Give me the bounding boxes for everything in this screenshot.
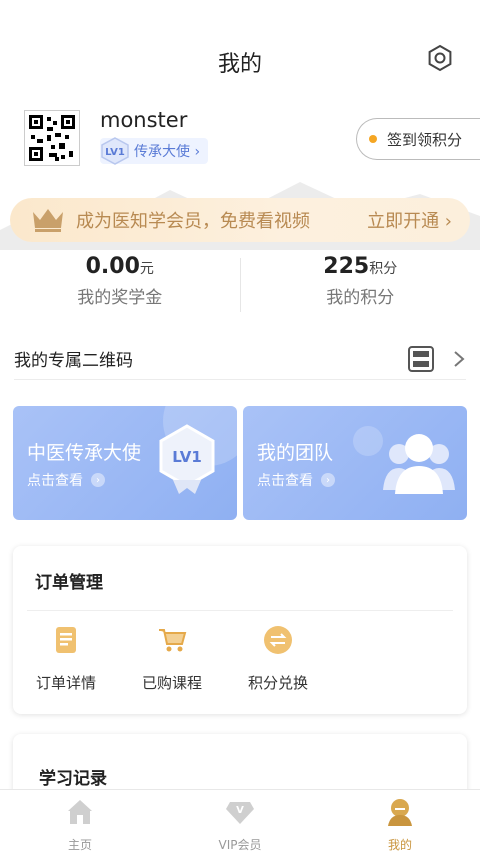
qr-avatar-icon bbox=[29, 115, 75, 161]
order-item-exchange[interactable]: 积分兑换 bbox=[225, 624, 331, 693]
svg-text:V: V bbox=[236, 805, 244, 816]
order-item-detail[interactable]: 订单详情 bbox=[13, 624, 119, 693]
lv1-badge-icon: LV1 bbox=[159, 424, 215, 494]
qr-code-label: 我的专属二维码 bbox=[14, 351, 133, 371]
chevron-right-icon bbox=[454, 350, 465, 367]
bottom-tab-bar: 主页 V VIP会员 我的 bbox=[0, 789, 480, 853]
qr-code-icon bbox=[408, 345, 434, 372]
checkin-dot-icon bbox=[369, 135, 377, 143]
vip-icon: V bbox=[226, 802, 254, 824]
checkin-button[interactable]: 签到领积分 bbox=[356, 118, 480, 160]
scholarship-stat[interactable]: 0.00元 我的奖学金 bbox=[0, 254, 240, 316]
feature-cards: 中医传承大使 点击查看 › LV1 我的团队 点击查看 › bbox=[13, 406, 467, 520]
username: monster bbox=[100, 108, 188, 132]
vip-open-button[interactable]: 立即开通 › bbox=[367, 207, 452, 233]
vip-banner[interactable]: 成为医知学会员，免费看视频 立即开通 › bbox=[10, 198, 470, 242]
qr-code-row[interactable]: 我的专属二维码 bbox=[14, 338, 466, 380]
profile-icon bbox=[388, 799, 412, 826]
points-stat[interactable]: 225积分 我的积分 bbox=[241, 254, 480, 316]
tab-home[interactable]: 主页 bbox=[0, 790, 160, 853]
crown-icon bbox=[33, 209, 63, 232]
order-item-label: 已购课程 bbox=[141, 674, 202, 692]
team-card-sub: 点击查看 bbox=[257, 473, 313, 489]
gear-icon[interactable] bbox=[426, 44, 454, 72]
points-label: 我的积分 bbox=[326, 288, 395, 308]
ambassador-card-sub: 点击查看 bbox=[27, 473, 83, 489]
tab-label: VIP会员 bbox=[218, 838, 262, 852]
level-badge[interactable]: LV1 传承大使 › bbox=[100, 137, 209, 165]
team-card[interactable]: 我的团队 点击查看 › bbox=[243, 406, 467, 520]
order-management-section: 订单管理 订单详情 已购课程 积分兑换 bbox=[13, 546, 467, 714]
order-item-courses[interactable]: 已购课程 bbox=[119, 624, 225, 693]
order-item-label: 积分兑换 bbox=[247, 674, 308, 692]
page-title: 我的 bbox=[217, 52, 262, 77]
checkin-label: 签到领积分 bbox=[387, 130, 463, 149]
team-people-icon bbox=[383, 434, 455, 494]
stats-row: 0.00元 我的奖学金 225积分 我的积分 bbox=[0, 254, 480, 316]
level-title: 传承大使 › bbox=[134, 144, 201, 160]
ambassador-card[interactable]: 中医传承大使 点击查看 › LV1 bbox=[13, 406, 237, 520]
vip-banner-text: 成为医知学会员，免费看视频 bbox=[76, 211, 310, 232]
exchange-icon bbox=[264, 626, 292, 654]
scholarship-value: 0.00 bbox=[85, 254, 140, 279]
svg-text:LV1: LV1 bbox=[172, 448, 202, 466]
points-unit: 积分 bbox=[369, 261, 398, 277]
scholarship-label: 我的奖学金 bbox=[77, 288, 163, 308]
tab-label: 主页 bbox=[67, 838, 92, 852]
arrow-circle-icon: › bbox=[91, 473, 105, 487]
divider bbox=[27, 610, 453, 611]
card-bubble-decoration bbox=[353, 426, 383, 456]
order-items: 订单详情 已购课程 积分兑换 bbox=[13, 624, 353, 693]
tab-profile[interactable]: 我的 bbox=[320, 790, 480, 853]
level-hexagon-icon: LV1 bbox=[100, 137, 130, 165]
study-record-title: 学习记录 bbox=[39, 769, 107, 789]
home-icon bbox=[68, 800, 92, 824]
cart-icon bbox=[159, 629, 187, 652]
tab-vip[interactable]: V VIP会员 bbox=[160, 790, 320, 853]
team-card-title: 我的团队 bbox=[257, 442, 334, 464]
avatar[interactable] bbox=[24, 110, 80, 166]
svg-text:LV1: LV1 bbox=[105, 147, 125, 158]
header: 我的 bbox=[0, 0, 480, 120]
order-detail-icon bbox=[56, 627, 76, 653]
order-item-label: 订单详情 bbox=[35, 674, 96, 692]
ambassador-card-title: 中医传承大使 bbox=[27, 442, 142, 464]
points-value: 225 bbox=[323, 254, 370, 279]
order-management-title: 订单管理 bbox=[35, 573, 103, 593]
tab-label: 我的 bbox=[387, 838, 412, 852]
scholarship-unit: 元 bbox=[139, 261, 154, 277]
profile-page: 我的 monster LV1 传承大使 › 签到领积分 成为医知学会员，免费看视… bbox=[0, 0, 480, 853]
arrow-circle-icon: › bbox=[321, 473, 335, 487]
